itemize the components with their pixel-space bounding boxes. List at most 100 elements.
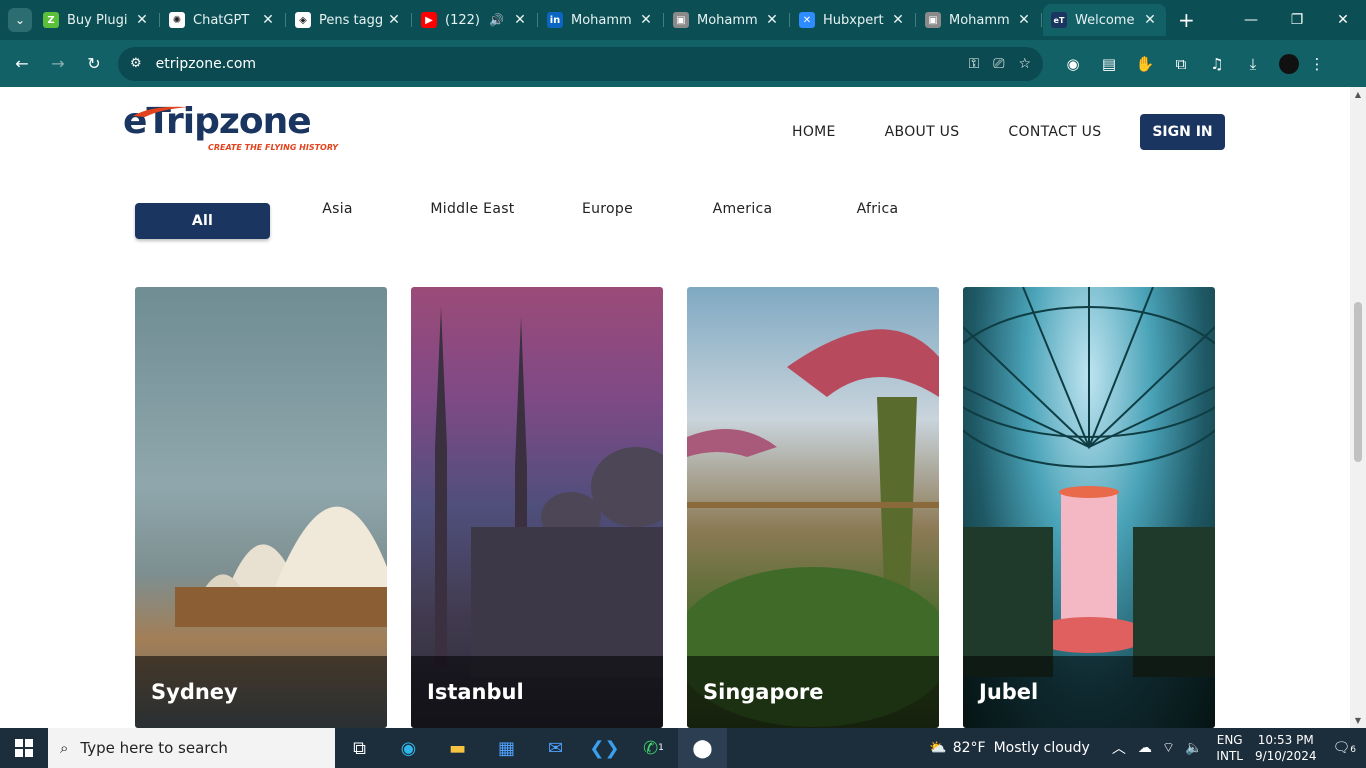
chrome-icon[interactable]: ⬤ <box>678 728 727 768</box>
vscode-icon[interactable]: ❮❯ <box>580 728 629 768</box>
scroll-down-icon[interactable]: ▼ <box>1350 716 1366 725</box>
tab-favicon: eT <box>1051 12 1067 28</box>
tab[interactable]: ▣ Mohamm ✕ <box>663 4 788 36</box>
close-icon[interactable]: ✕ <box>638 12 654 28</box>
edge-icon[interactable]: ◉ <box>384 728 433 768</box>
nav-home[interactable]: HOME <box>792 124 836 140</box>
adblock-icon[interactable]: ✋ <box>1127 55 1163 73</box>
reload-icon[interactable]: ↻ <box>76 54 112 73</box>
show-hidden-icons-icon[interactable]: ︿ <box>1112 738 1126 758</box>
close-icon[interactable]: ✕ <box>764 12 780 28</box>
forward-icon[interactable]: → <box>40 54 76 73</box>
close-icon[interactable]: ✕ <box>134 12 150 28</box>
filter-europe[interactable]: Europe <box>540 191 675 227</box>
web-page: eTripzone CREATE THE FLYING HISTORY HOME… <box>0 87 1350 728</box>
minimize-icon[interactable]: — <box>1228 12 1274 28</box>
weather-temp[interactable]: 82°F <box>953 740 986 756</box>
task-view-icon[interactable]: ⧉ <box>335 728 384 768</box>
start-button[interactable] <box>0 728 48 768</box>
destination-card-istanbul[interactable]: Istanbul <box>411 287 663 728</box>
speaker-icon[interactable]: 🔊 <box>489 13 504 27</box>
filter-asia[interactable]: Asia <box>270 191 405 227</box>
filter-all[interactable]: All <box>135 203 270 239</box>
windows-taskbar: ⌕ Type here to search ⧉ ◉ ▬ ▦ ✉ ❮❯ ✆ 1 ⬤ … <box>0 728 1366 768</box>
close-icon[interactable]: ✕ <box>1016 12 1032 28</box>
close-icon[interactable]: ✕ <box>890 12 906 28</box>
back-icon[interactable]: ← <box>4 54 40 73</box>
tab[interactable]: Z Buy Plugi ✕ <box>35 4 158 36</box>
scrollbar-thumb[interactable] <box>1354 302 1362 462</box>
site-info-icon[interactable]: ⚙ <box>130 56 142 71</box>
network-icon[interactable]: ⌔ <box>1162 739 1175 757</box>
tab-favicon: Z <box>43 12 59 28</box>
page-scrollbar[interactable]: ▲ ▼ <box>1350 87 1366 728</box>
tab[interactable]: ▣ Mohamm ✕ <box>915 4 1040 36</box>
close-icon[interactable]: ✕ <box>386 12 402 28</box>
url-text[interactable]: etripzone.com <box>156 56 955 72</box>
destination-cards: Sydney Istanbul Singapore Jubel <box>135 287 1215 728</box>
region-filter-tabs: All Asia Middle East Europe America Afri… <box>135 201 945 239</box>
close-icon[interactable]: ✕ <box>512 12 528 28</box>
site-logo[interactable]: eTripzone CREATE THE FLYING HISTORY <box>123 101 338 161</box>
tab[interactable]: in Mohamm ✕ <box>537 4 662 36</box>
main-nav: HOME ABOUT US CONTACT US <box>792 124 1150 140</box>
scroll-up-icon[interactable]: ▲ <box>1350 90 1366 99</box>
menu-dots-icon[interactable]: ⋮ <box>1299 55 1335 73</box>
volume-icon[interactable]: 🔈 <box>1185 740 1202 756</box>
clock-date: 9/10/2024 <box>1254 749 1317 763</box>
profile-avatar[interactable] <box>1279 53 1299 74</box>
tab[interactable]: ✕ Hubxpert ✕ <box>789 4 914 36</box>
sign-in-button[interactable]: SIGN IN <box>1140 114 1225 150</box>
destination-card-sydney[interactable]: Sydney <box>135 287 387 728</box>
nav-contact-us[interactable]: CONTACT US <box>1008 124 1101 140</box>
language-indicator[interactable]: ENG INTL <box>1216 732 1243 764</box>
tab[interactable]: ✺ ChatGPT ✕ <box>159 4 284 36</box>
notifications-icon[interactable]: 🗨6 <box>1332 740 1356 756</box>
search-icon: ⌕ <box>60 739 69 757</box>
tab-favicon: ◈ <box>295 12 311 28</box>
key-icon[interactable]: ⚿ <box>969 56 980 72</box>
store-icon[interactable]: ▦ <box>482 728 531 768</box>
tab-favicon: ✺ <box>169 12 185 28</box>
install-app-icon[interactable]: ⎚ <box>993 56 1004 72</box>
lang-bottom: INTL <box>1216 749 1243 763</box>
clock-time: 10:53 PM <box>1257 733 1314 747</box>
extension-icon[interactable]: ▤ <box>1091 55 1127 73</box>
tab-favicon: in <box>547 12 563 28</box>
puzzle-extensions-icon[interactable]: ⧉ <box>1163 55 1199 73</box>
onedrive-icon[interactable]: ☁ <box>1138 740 1152 756</box>
nav-about-us[interactable]: ABOUT US <box>885 124 960 140</box>
system-tray: ⛅ 82°F Mostly cloudy ︿ ☁ ⌔ 🔈 ENG INTL 10… <box>929 732 1366 764</box>
close-icon[interactable]: ✕ <box>1142 12 1158 28</box>
destination-card-jubel[interactable]: Jubel <box>963 287 1215 728</box>
tab-title: ChatGPT <box>193 12 250 28</box>
bookmark-star-icon[interactable]: ☆ <box>1018 56 1031 72</box>
weather-text[interactable]: Mostly cloudy <box>994 740 1090 756</box>
tab[interactable]: ◈ Pens tagg ✕ <box>285 4 410 36</box>
close-window-icon[interactable]: ✕ <box>1320 12 1366 28</box>
address-bar[interactable]: ⚙ etripzone.com ⚿ ⎚ ☆ <box>118 46 1043 81</box>
tab[interactable]: ▶ (122) 🔊 ✕ <box>411 4 536 36</box>
destination-name: Istanbul <box>411 656 663 728</box>
clock[interactable]: 10:53 PM 9/10/2024 <box>1255 732 1317 764</box>
media-control-icon[interactable]: ♫ <box>1199 55 1235 73</box>
close-icon[interactable]: ✕ <box>260 12 276 28</box>
search-placeholder: Type here to search <box>80 739 228 757</box>
filter-america[interactable]: America <box>675 191 810 227</box>
mail-icon[interactable]: ✉ <box>531 728 580 768</box>
file-explorer-icon[interactable]: ▬ <box>433 728 482 768</box>
restore-icon[interactable]: ❐ <box>1274 12 1320 28</box>
window-controls: — ❐ ✕ <box>1228 12 1366 28</box>
whatsapp-icon[interactable]: ✆ 1 <box>629 728 678 768</box>
camera-icon[interactable]: ◉ <box>1055 55 1091 73</box>
filter-middle-east[interactable]: Middle East <box>405 191 540 227</box>
tab-title: (122) <box>445 12 480 28</box>
tab-active[interactable]: eT Welcome ✕ <box>1041 4 1166 36</box>
weather-icon[interactable]: ⛅ <box>929 740 946 756</box>
filter-africa[interactable]: Africa <box>810 191 945 227</box>
taskbar-search[interactable]: ⌕ Type here to search <box>48 728 335 768</box>
tab-search-button[interactable]: ⌄ <box>8 8 32 32</box>
download-icon[interactable]: ⤓ <box>1235 55 1271 73</box>
new-tab-icon[interactable]: + <box>1178 8 1195 32</box>
destination-card-singapore[interactable]: Singapore <box>687 287 939 728</box>
